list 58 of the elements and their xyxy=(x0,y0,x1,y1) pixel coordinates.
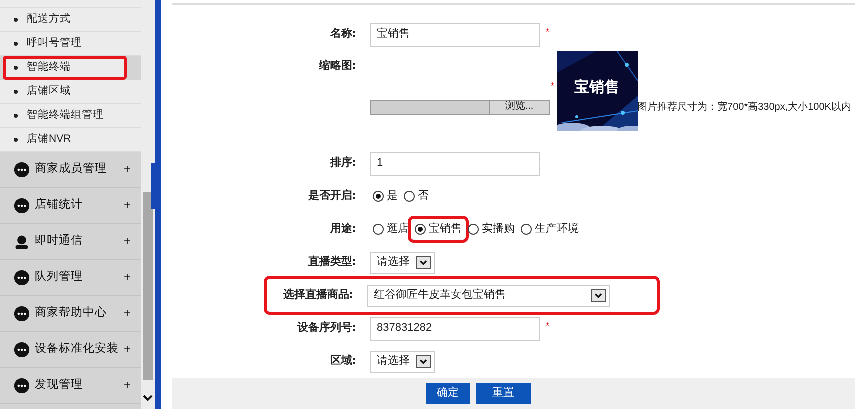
group-label: 商家帮助中心 xyxy=(35,306,107,320)
group-label: 商家成员管理 xyxy=(35,162,107,176)
radio-option[interactable]: 宝销售 xyxy=(413,220,464,238)
more-icon xyxy=(14,378,30,394)
required-mark: * xyxy=(546,26,550,38)
sidebar-item[interactable]: 呼叫号管理 xyxy=(0,32,141,56)
radio-option[interactable]: 是 xyxy=(371,188,400,206)
more-icon xyxy=(14,270,30,286)
more-icon xyxy=(14,162,30,178)
radio-option[interactable]: 实播购 xyxy=(466,220,517,238)
required-mark: * xyxy=(546,320,550,332)
radio-option[interactable]: 逛店 xyxy=(371,220,411,238)
group-label: 即时通信 xyxy=(35,234,83,248)
scrollbar[interactable] xyxy=(141,0,155,409)
expand-icon[interactable]: + xyxy=(124,306,131,321)
field-label: 名称: xyxy=(329,28,357,42)
scroll-down-icon[interactable] xyxy=(143,393,153,403)
sidebar-item[interactable]: 店铺区域 xyxy=(0,80,141,104)
person-icon xyxy=(14,234,30,250)
field-label: 是否开启: xyxy=(307,190,357,204)
input-field[interactable]: 837831282 xyxy=(370,316,540,340)
group-label: 发现管理 xyxy=(35,378,83,392)
input-field[interactable]: 宝销售 xyxy=(370,22,540,46)
select-field[interactable]: 红谷御匠牛皮革女包宝销售 xyxy=(367,284,610,306)
field-label: 用途: xyxy=(329,222,357,236)
expand-icon[interactable]: + xyxy=(124,234,131,249)
more-icon xyxy=(14,342,30,358)
more-icon xyxy=(14,306,30,322)
field-label: 区域: xyxy=(329,354,357,368)
expand-icon[interactable]: + xyxy=(124,342,131,357)
expand-icon[interactable]: + xyxy=(124,270,131,285)
expand-icon[interactable]: + xyxy=(124,162,131,177)
input-field[interactable]: 1 xyxy=(370,152,540,176)
radio-option[interactable]: 否 xyxy=(402,188,431,206)
expand-icon[interactable]: + xyxy=(124,378,131,393)
confirm-button[interactable]: 确定 xyxy=(426,383,470,404)
sidebar-item[interactable]: 配送方式 xyxy=(0,8,141,32)
expand-icon[interactable]: + xyxy=(124,198,131,213)
sidebar-item[interactable]: 店铺NVR xyxy=(0,128,141,152)
more-icon xyxy=(14,198,30,214)
field-label: 缩略图: xyxy=(318,58,357,74)
field-label: 选择直播商品: xyxy=(282,288,354,302)
select-field[interactable]: 请选择 xyxy=(370,252,435,274)
group-label: 队列管理 xyxy=(35,270,83,284)
select-field[interactable]: 请选择 xyxy=(370,350,435,372)
required-mark: * xyxy=(551,81,555,92)
group-label: 设备标准化安装 xyxy=(35,342,119,356)
field-label: 排序: xyxy=(329,156,357,170)
field-label: 直播类型: xyxy=(307,256,357,270)
sidebar-item[interactable]: 智能终端 xyxy=(3,56,127,80)
field-label: 设备序列号: xyxy=(296,322,357,336)
browse-button[interactable]: 浏览... xyxy=(489,100,549,114)
sidebar-item[interactable]: 智能终端组管理 xyxy=(0,104,141,128)
group-label: 店铺统计 xyxy=(35,198,83,212)
radio-option[interactable]: 生产环境 xyxy=(519,220,581,238)
hint-text: 图片推荐尺寸为：宽700*高330px,大小100K以内 xyxy=(638,102,852,114)
reset-button[interactable]: 重置 xyxy=(476,383,531,404)
file-field[interactable]: 浏览... xyxy=(370,100,550,114)
